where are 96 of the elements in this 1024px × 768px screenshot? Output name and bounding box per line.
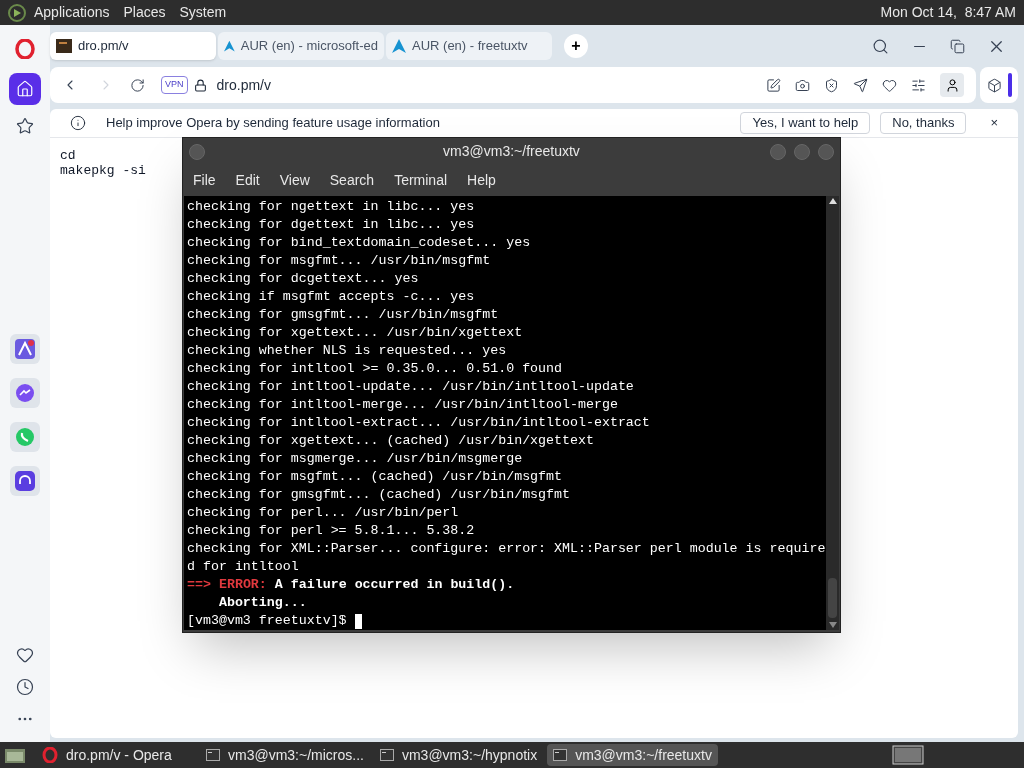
text-cursor (354, 613, 362, 629)
terminal-line: d for intltool (187, 558, 300, 576)
infobar-button[interactable]: No, thanks (880, 112, 967, 134)
terminal-line: checking for XML::Parser... configure: error: XML::Parser perl module is require (187, 540, 826, 558)
triangle-logo-icon (224, 39, 235, 53)
terminal-line: checking for xgettext... /usr/bin/xgettext (187, 324, 524, 342)
terminal-line: checking if msgfmt accepts -c... yes (187, 288, 476, 306)
restore-icon[interactable] (950, 38, 965, 54)
user-icon (944, 77, 960, 93)
error-message: A failure occurred in build(). (274, 576, 515, 594)
home-icon (16, 80, 34, 98)
terminal-line: checking for xgettext... (cached) /usr/bin/xgettext (187, 432, 595, 450)
terminal-line: Aborting... (217, 594, 308, 612)
scroll-indicator (1007, 73, 1012, 97)
terminal-line: checking for dcgettext... yes (187, 270, 420, 288)
browser-tab[interactable]: dro.pm/v (50, 32, 216, 60)
sliders-icon[interactable] (911, 77, 926, 93)
panel-menu[interactable]: System (179, 2, 227, 23)
distro-logo-icon[interactable] (8, 3, 26, 22)
terminal-line: checking for bind_textdomain_codeset... yes (187, 234, 532, 252)
menu-item[interactable]: Search (329, 170, 375, 191)
terminal-line: checking for intltool-update... /usr/bin/intltool-update (187, 378, 635, 396)
reload-icon[interactable] (130, 77, 145, 93)
opera-logo-icon[interactable] (15, 39, 35, 59)
terminal-line: checking for ngettext in libc... yes (187, 198, 476, 216)
scroll-up-icon[interactable] (828, 198, 837, 204)
browser-tab[interactable]: AUR (en) - freetuxtv (386, 32, 552, 60)
terminal-icon (553, 749, 568, 761)
terminal-line: checking for msgfmt... (cached) /usr/bin/msgfmt (187, 468, 564, 486)
terminal-line: checking for gmsgfmt... /usr/bin/msgfmt (187, 306, 500, 324)
headphones-icon (15, 471, 35, 491)
app-icon (15, 339, 35, 359)
heart-icon[interactable] (16, 646, 34, 664)
taskbar-item[interactable]: vm3@vm3:~/hypnotix (373, 744, 544, 766)
terminal-line: checking for msgfmt... /usr/bin/msgfmt (187, 252, 492, 270)
panel-clock[interactable]: Mon Oct 14, 8:47 AM (880, 2, 1016, 23)
scrollbar[interactable] (826, 196, 839, 630)
workspace-switcher-icon[interactable] (892, 745, 924, 765)
info-icon (70, 115, 86, 131)
new-tab-button[interactable]: + (564, 34, 588, 58)
terminal-line: checking for msgmerge... /usr/bin/msgmerge (187, 450, 524, 468)
terminal-line: checking whether NLS is requested... yes (187, 342, 508, 360)
phone-chat-icon (15, 427, 35, 447)
favicon (56, 39, 72, 53)
infobar-button[interactable]: Yes, I want to help (740, 112, 871, 134)
url-field[interactable]: dro.pm/v (216, 74, 271, 96)
camera-icon[interactable] (795, 77, 810, 93)
scroll-down-icon[interactable] (828, 622, 837, 628)
shield-icon[interactable] (824, 77, 839, 93)
panel-menu[interactable]: Places (123, 2, 166, 23)
browser-tab[interactable]: AUR (en) - microsoft-ed (218, 32, 384, 60)
terminal-icon (206, 749, 220, 761)
terminal-line: checking for intltool-merge... /usr/bin/intltool-merge (187, 396, 619, 414)
close-button[interactable]: × (990, 113, 998, 133)
app-shortcut[interactable] (10, 466, 40, 496)
taskbar-item[interactable]: dro.pm/v - Opera (36, 744, 196, 766)
panel-menu[interactable]: Applications (34, 2, 110, 23)
edit-icon[interactable] (766, 77, 781, 93)
triangle-logo-icon (392, 39, 406, 53)
menu-item[interactable]: Help (467, 170, 496, 191)
cube-icon[interactable] (986, 77, 1002, 93)
error-label: ERROR: (218, 576, 267, 594)
home-button[interactable] (9, 73, 41, 105)
terminal-line: checking for intltool-extract... /usr/bin/intltool-extract (187, 414, 651, 432)
app-shortcut[interactable] (10, 378, 40, 408)
show-desktop-icon[interactable] (4, 746, 26, 764)
info-text: Help improve Opera by sending feature usage information (106, 114, 440, 133)
star-icon[interactable] (16, 117, 34, 135)
terminal-line: checking for gmsgfmt... (cached) /usr/bin/msgfmt (187, 486, 571, 504)
lock-icon (193, 78, 207, 92)
terminal-line: checking for dgettext in libc... yes (187, 216, 476, 234)
terminal-line: checking for perl... /usr/bin/perl (187, 504, 460, 522)
taskbar-item[interactable]: vm3@vm3:~/freetuxtv (547, 744, 718, 766)
menu-item[interactable]: File (193, 170, 216, 191)
terminal-line: checking for perl >= 5.8.1... 5.38.2 (187, 522, 476, 540)
menu-item[interactable]: Terminal (394, 170, 448, 191)
window-title: vm3@vm3:~/freetuxtv (443, 142, 580, 161)
terminal-line: checking for intltool >= 0.35.0... 0.51.0 found (187, 360, 564, 378)
messenger-icon (15, 383, 35, 403)
heart-icon[interactable] (882, 77, 897, 93)
page-text-line: makepkg -si (60, 163, 146, 178)
opera-logo-icon (42, 747, 58, 763)
taskbar-item[interactable]: vm3@vm3:~/micros... (200, 744, 370, 766)
send-icon[interactable] (853, 77, 868, 93)
page-text-line: cd (60, 148, 76, 163)
scrollbar-thumb[interactable] (828, 578, 837, 618)
prompt-arrow: ==> (187, 576, 211, 594)
vpn-badge[interactable]: VPN (161, 76, 188, 94)
menu-item[interactable]: Edit (235, 170, 260, 191)
menu-item[interactable]: View (279, 170, 310, 191)
profile-button[interactable] (940, 73, 964, 97)
shell-prompt: [vm3@vm3 freetuxtv]$ (187, 612, 347, 630)
app-shortcut[interactable] (10, 334, 40, 364)
terminal-icon (379, 749, 394, 761)
search-icon[interactable] (872, 37, 889, 55)
history-icon[interactable] (16, 678, 34, 696)
